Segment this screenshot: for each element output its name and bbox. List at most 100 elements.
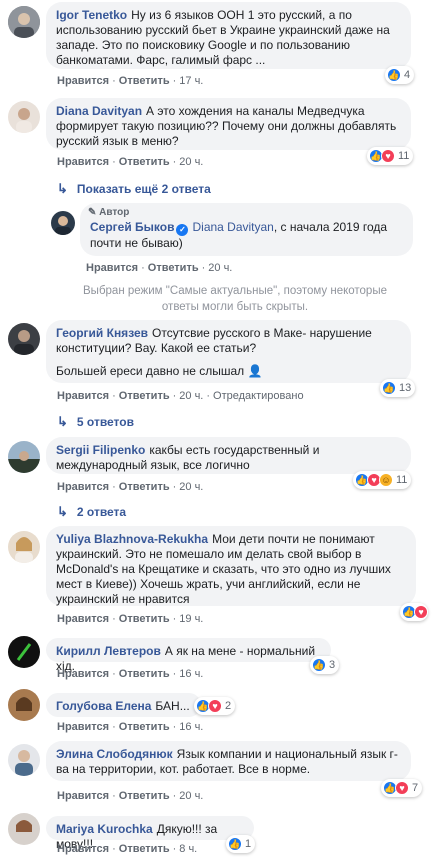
- reaction-count: 7: [412, 782, 419, 794]
- like-button[interactable]: Нравится: [57, 790, 109, 802]
- reactions-badge[interactable]: 👍 ♥ 11: [367, 147, 414, 165]
- comment-actions: Нравится · Ответить · 17 ч.: [57, 75, 204, 87]
- sort-notice: Выбран режим "Самые актуальные", поэтому…: [83, 285, 387, 313]
- reactions-badge[interactable]: 👍 13: [380, 379, 416, 397]
- pencil-icon: ✎: [88, 207, 97, 218]
- avatar[interactable]: [8, 744, 40, 776]
- comment-bubble: Igor Tenetko Ну из 6 языков ООН 1 это рус…: [46, 2, 411, 69]
- reply-arrow-icon: ↳: [57, 181, 68, 196]
- show-more-replies-link[interactable]: ↳ Показать ещё 2 ответа: [57, 181, 211, 197]
- like-button[interactable]: Нравится: [86, 262, 138, 274]
- reply-button[interactable]: Ответить: [119, 668, 170, 680]
- like-button[interactable]: Нравится: [57, 613, 109, 625]
- comment-bubble: Георгий Князев Отсутсвие русского в Маке-…: [46, 320, 411, 383]
- like-button[interactable]: Нравится: [57, 843, 109, 855]
- love-icon: ♥: [381, 149, 395, 163]
- avatar[interactable]: [8, 6, 40, 38]
- reactions-badge[interactable]: 👍 ♥ 7: [381, 779, 423, 797]
- like-button[interactable]: Нравится: [57, 668, 109, 680]
- comment-actions: Нравится · Ответить · 20 ч.: [57, 790, 204, 802]
- timestamp[interactable]: 8 ч.: [179, 843, 197, 855]
- reactions-badge[interactable]: 👍 ♥ ☺ 11: [353, 471, 412, 489]
- author-name[interactable]: Mariya Kurochka: [56, 822, 153, 836]
- reply-button[interactable]: Ответить: [119, 613, 170, 625]
- author-name[interactable]: Yuliya Blazhnova-Rekukha: [56, 532, 208, 546]
- love-icon: ♥: [414, 605, 428, 619]
- reply-button[interactable]: Ответить: [148, 262, 199, 274]
- reaction-count: 1: [245, 838, 252, 850]
- author-name[interactable]: Igor Tenetko: [56, 8, 127, 22]
- author-name[interactable]: Кирилл Левтеров: [56, 644, 161, 658]
- avatar[interactable]: [8, 689, 40, 721]
- timestamp[interactable]: 20 ч.: [179, 481, 203, 493]
- reply-button[interactable]: Ответить: [119, 790, 170, 802]
- comment-bubble: Yuliya Blazhnova-Rekukha Мои дети почти н…: [46, 526, 416, 606]
- replies-link[interactable]: ↳ 5 ответов: [57, 414, 134, 430]
- reply-button[interactable]: Ответить: [119, 75, 170, 87]
- timestamp[interactable]: 20 ч.: [179, 390, 203, 402]
- love-icon: ♥: [395, 781, 409, 795]
- avatar[interactable]: [8, 636, 40, 668]
- timestamp[interactable]: 16 ч.: [179, 721, 203, 733]
- comment-text-second: Большей ереси давно не слышал: [56, 364, 245, 378]
- author-name[interactable]: Элина Слободянюк: [56, 747, 173, 761]
- timestamp[interactable]: 19 ч.: [179, 613, 203, 625]
- reply-button[interactable]: Ответить: [119, 481, 170, 493]
- timestamp[interactable]: 17 ч.: [179, 75, 203, 87]
- timestamp[interactable]: 20 ч.: [208, 262, 232, 274]
- avatar[interactable]: [8, 813, 40, 845]
- reaction-count: 13: [399, 382, 412, 394]
- author-name[interactable]: Diana Davityan: [56, 104, 142, 118]
- avatar[interactable]: [8, 101, 40, 133]
- reaction-count: 11: [396, 474, 408, 486]
- comment-text: БАН...: [155, 699, 190, 713]
- replies-link[interactable]: ↳ 2 ответа: [57, 504, 126, 520]
- comment-bubble: Mariya Kurochka Дякую!!! за мову!!!: [46, 816, 254, 851]
- author-name[interactable]: Голубова Елена: [56, 699, 151, 713]
- like-button[interactable]: Нравится: [57, 156, 109, 168]
- avatar[interactable]: [8, 531, 40, 563]
- comment-actions: Нравится · Ответить · 20 ч.: [86, 262, 233, 274]
- reply-arrow-icon: ↳: [57, 414, 68, 429]
- timestamp[interactable]: 16 ч.: [179, 668, 203, 680]
- love-icon: ♥: [208, 699, 222, 713]
- reply-arrow-icon: ↳: [57, 504, 68, 519]
- reactions-badge[interactable]: 👍 ♥ 2: [194, 697, 236, 715]
- like-button[interactable]: Нравится: [57, 481, 109, 493]
- timestamp[interactable]: 20 ч.: [179, 156, 203, 168]
- reply-button[interactable]: Ответить: [119, 156, 170, 168]
- comment-actions: Нравится · Ответить · 20 ч. · Отредактировано: [57, 390, 304, 402]
- comment-bubble: Голубова Елена БАН...: [46, 693, 201, 717]
- reply-button[interactable]: Ответить: [119, 390, 170, 402]
- reply-button[interactable]: Ответить: [119, 721, 170, 733]
- reactions-badge[interactable]: 👍 4: [385, 66, 415, 84]
- like-icon: 👍: [387, 68, 401, 82]
- comment-bubble: Элина Слободянюк Язык компании и национал…: [46, 741, 411, 781]
- author-name[interactable]: Георгий Князев: [56, 326, 148, 340]
- reply-button[interactable]: Ответить: [119, 843, 170, 855]
- timestamp[interactable]: 20 ч.: [179, 790, 203, 802]
- like-icon: 👍: [312, 658, 326, 672]
- verified-icon: ✓: [176, 224, 189, 236]
- author-badge: ✎ Автор: [88, 207, 130, 218]
- avatar[interactable]: [8, 323, 40, 355]
- reactions-badge[interactable]: 👍 3: [310, 656, 340, 674]
- comment-actions: Нравится · Ответить · 19 ч.: [57, 613, 204, 625]
- mention-link[interactable]: Diana Davityan: [192, 220, 273, 234]
- reaction-count: 2: [225, 700, 232, 712]
- author-name[interactable]: Сергей Быков ✓: [90, 220, 189, 236]
- edited-label[interactable]: Отредактировано: [213, 390, 304, 402]
- reactions-badge[interactable]: 👍 ♥: [400, 603, 428, 621]
- emoji-icon: 👤: [247, 364, 263, 378]
- comment-bubble: Сергей Быков ✓ Diana Davityan, с начала 20…: [80, 203, 413, 256]
- like-button[interactable]: Нравится: [57, 390, 109, 402]
- author-name[interactable]: Sergii Filipenko: [56, 443, 145, 457]
- reaction-count: 3: [329, 659, 336, 671]
- avatar[interactable]: [51, 211, 75, 235]
- like-button[interactable]: Нравится: [57, 75, 109, 87]
- like-button[interactable]: Нравится: [57, 721, 109, 733]
- comment-actions: Нравится · Ответить · 20 ч.: [57, 156, 204, 168]
- comment-actions: Нравится · Ответить · 16 ч.: [57, 668, 204, 680]
- avatar[interactable]: [8, 441, 40, 473]
- reactions-badge[interactable]: 👍 1: [226, 835, 256, 853]
